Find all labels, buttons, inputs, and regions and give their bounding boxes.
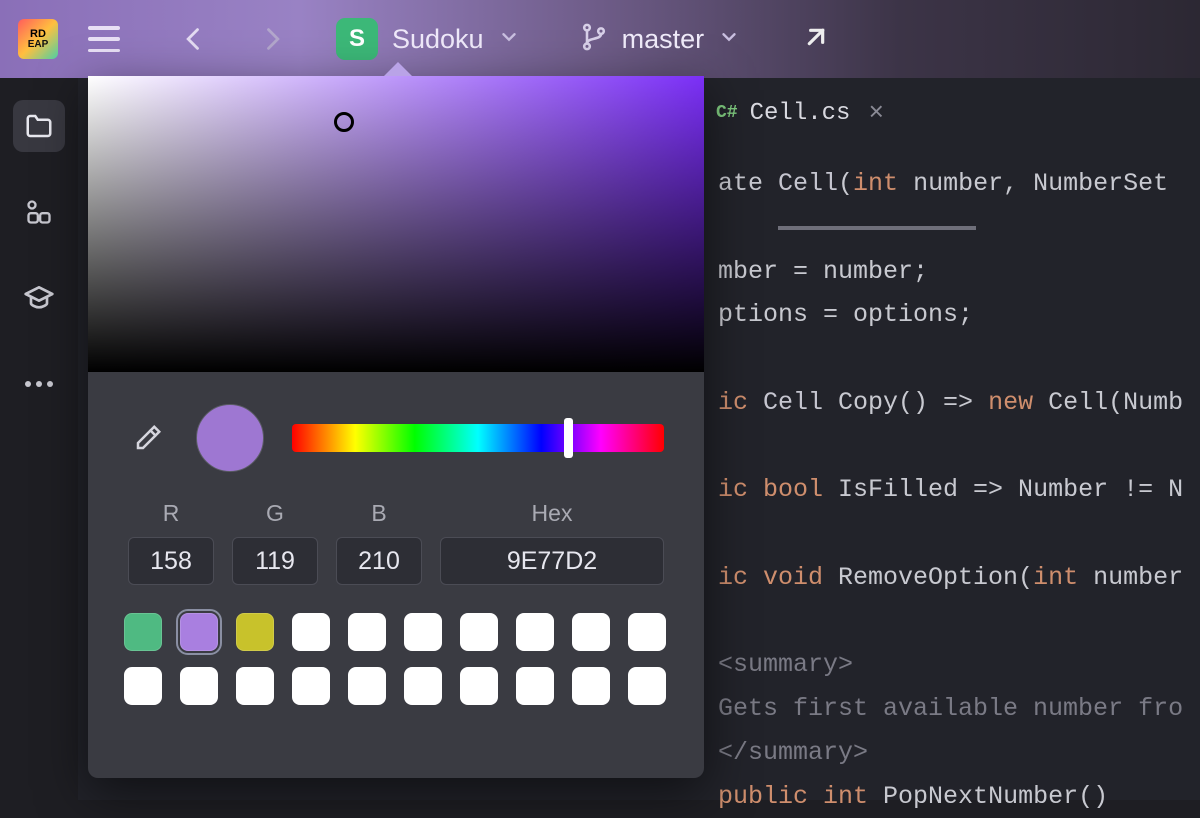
preset-swatch[interactable]	[516, 667, 554, 705]
preset-swatch[interactable]	[460, 667, 498, 705]
hue-thumb[interactable]	[564, 418, 573, 458]
more-tools-button[interactable]	[13, 358, 65, 410]
b-input[interactable]	[336, 537, 422, 585]
preset-swatch[interactable]	[516, 613, 554, 651]
preset-swatch[interactable]	[236, 613, 274, 651]
preset-swatch[interactable]	[292, 613, 330, 651]
learn-tool-button[interactable]	[13, 272, 65, 324]
preset-swatch[interactable]	[628, 613, 666, 651]
hex-input[interactable]	[440, 537, 664, 585]
forward-button[interactable]	[258, 25, 286, 53]
b-label: B	[371, 500, 386, 527]
app-icon-line1: RD	[30, 29, 46, 40]
nav-arrows	[180, 25, 286, 53]
branch-icon	[580, 23, 608, 56]
r-input[interactable]	[128, 537, 214, 585]
branch-selector[interactable]: master	[580, 23, 741, 56]
tab-cell-cs[interactable]: C# Cell.cs ×	[698, 81, 902, 147]
tab-filename: Cell.cs	[750, 93, 851, 135]
project-badge: S	[336, 18, 378, 60]
left-toolrail	[0, 78, 78, 800]
preset-swatch[interactable]	[180, 667, 218, 705]
preset-swatch[interactable]	[180, 613, 218, 651]
preset-swatch[interactable]	[572, 667, 610, 705]
project-tool-button[interactable]	[13, 100, 65, 152]
preset-swatch[interactable]	[124, 667, 162, 705]
g-input[interactable]	[232, 537, 318, 585]
preset-swatch[interactable]	[628, 667, 666, 705]
r-label: R	[163, 500, 180, 527]
back-button[interactable]	[180, 25, 208, 53]
titlebar: RD EAP S Sudoku master	[0, 0, 1200, 78]
tab-underline	[778, 226, 976, 230]
preset-swatch[interactable]	[236, 667, 274, 705]
chevron-down-icon	[718, 26, 740, 53]
close-tab-icon[interactable]: ×	[868, 91, 884, 137]
open-external-icon[interactable]	[800, 21, 832, 58]
color-picker-popover: R G B Hex	[88, 76, 704, 778]
preset-swatch[interactable]	[460, 613, 498, 651]
hex-label: Hex	[532, 500, 573, 527]
csharp-icon: C#	[716, 98, 738, 130]
project-name: Sudoku	[392, 24, 484, 55]
branch-name: master	[622, 24, 705, 55]
preset-swatch[interactable]	[292, 667, 330, 705]
structure-tool-button[interactable]	[13, 186, 65, 238]
hamburger-icon[interactable]	[88, 26, 120, 52]
preset-swatch[interactable]	[572, 613, 610, 651]
hue-slider[interactable]	[292, 424, 664, 452]
app-icon: RD EAP	[18, 19, 58, 59]
preset-swatch[interactable]	[348, 613, 386, 651]
eyedropper-button[interactable]	[128, 418, 168, 458]
color-presets	[88, 607, 704, 705]
preset-swatch[interactable]	[124, 613, 162, 651]
g-label: G	[266, 500, 284, 527]
sv-cursor[interactable]	[334, 112, 354, 132]
chevron-down-icon	[498, 26, 520, 53]
saturation-value-plane[interactable]	[88, 76, 704, 372]
preset-swatch[interactable]	[404, 667, 442, 705]
preset-swatch[interactable]	[404, 613, 442, 651]
project-selector[interactable]: S Sudoku	[336, 18, 520, 60]
current-color-swatch	[196, 404, 264, 472]
preset-swatch[interactable]	[348, 667, 386, 705]
app-icon-line2: EAP	[28, 40, 49, 50]
